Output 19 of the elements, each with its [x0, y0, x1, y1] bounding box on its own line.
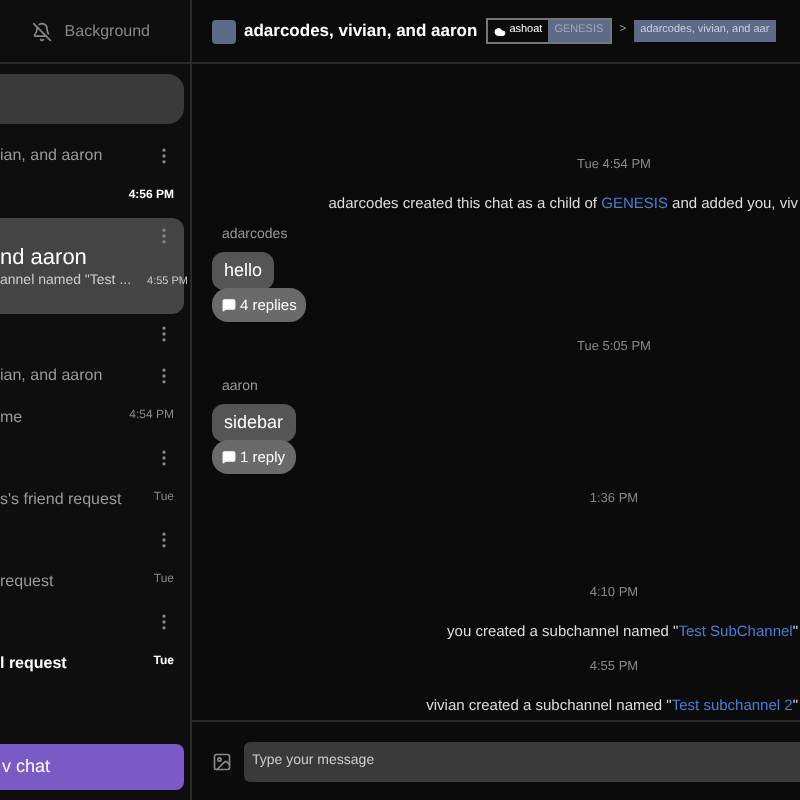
message-bubble: hello [212, 251, 275, 290]
bell-off-icon[interactable] [32, 21, 53, 41]
thread-icon [222, 450, 236, 465]
message-bubble: sidebar [212, 403, 296, 442]
search-field[interactable] [0, 74, 184, 124]
background-tab[interactable]: Background [64, 19, 150, 43]
new-chat-button[interactable]: v chat [0, 744, 184, 790]
cloud-icon [493, 25, 506, 37]
chat-avatar [212, 19, 236, 43]
chat-preview-text: request [0, 569, 54, 593]
chat-preview-text: ian, and aaron [0, 143, 103, 167]
chat-title: adarcodes, vivian, and aaron [244, 18, 478, 44]
chat-preview-text: l request [0, 651, 67, 675]
image-icon[interactable] [212, 751, 232, 771]
chat-preview-text: s's friend request [0, 487, 122, 511]
chat-preview-text: me [0, 405, 23, 429]
chat-title: nd aaron [0, 246, 89, 272]
chat-preview-text: ian, and aaron [0, 363, 103, 387]
thread-icon [222, 298, 236, 313]
